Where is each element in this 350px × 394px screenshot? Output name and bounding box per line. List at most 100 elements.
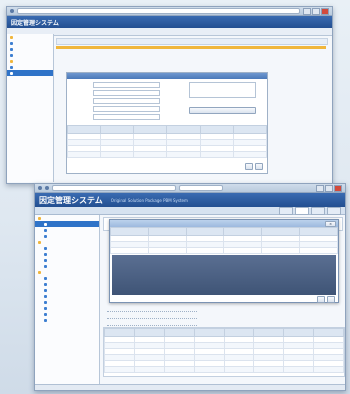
doc-icon [10,71,13,75]
field-label [70,90,90,94]
doc-icon [44,282,47,286]
sidebar-item-selected[interactable] [7,70,53,76]
main-content: × [101,215,345,385]
column-header [104,328,135,337]
tab[interactable] [327,207,341,215]
column-header [147,227,187,236]
save-button[interactable] [245,163,253,170]
tab-bar [35,207,345,215]
option-row[interactable] [107,307,197,312]
field-label [166,82,186,86]
table-row[interactable] [110,247,338,254]
column-header [199,125,234,134]
results-table [104,328,344,373]
browser-icon [10,9,14,13]
browser-window-back: 因定管理システム [6,6,333,184]
text-field[interactable] [93,114,160,120]
doc-icon [44,294,47,298]
folder-icon [38,216,41,220]
sidebar-item[interactable] [35,317,99,323]
close-icon[interactable]: × [325,220,336,227]
field-label [70,82,90,86]
doc-icon [44,288,47,292]
doc-icon [44,318,47,322]
text-field[interactable] [93,106,160,112]
app-subtitle: Original Solution Package PBM System [110,197,188,203]
maximize-icon[interactable] [325,184,333,192]
sidebar [35,215,100,385]
dialog-list-area[interactable] [112,255,336,295]
form-right [163,79,259,123]
app-title: 因定管理システム [11,19,59,27]
doc-icon [10,65,13,69]
dialog-titlebar: × [110,220,338,227]
selection-dialog: × [109,219,339,303]
maximize-icon[interactable] [312,7,320,15]
table-row[interactable] [66,151,268,158]
form-actions [245,163,263,170]
doc-icon [44,276,47,280]
option-row[interactable] [107,321,197,326]
column-header [313,328,344,337]
field-label [70,106,90,110]
column-header [299,227,338,236]
browser-chrome [7,7,332,16]
search-box[interactable] [179,185,223,191]
text-field[interactable] [93,90,160,96]
column-header [185,227,225,236]
doc-icon [44,300,47,304]
dialog-actions [110,296,338,303]
column-header [283,328,315,337]
app-title: 因定管理システム [39,195,103,205]
form-left [67,79,163,123]
ok-button[interactable] [317,296,325,303]
close-button[interactable] [255,163,263,170]
sidebar [7,34,54,182]
column-header [100,125,135,134]
column-header [133,328,165,337]
window-controls [303,7,329,15]
column-header [110,227,149,236]
minimize-icon[interactable] [316,184,324,192]
column-header [193,328,225,337]
options-area [107,307,227,326]
results-grid [103,327,345,377]
edit-form-panel [66,72,268,174]
tab[interactable] [311,207,325,215]
table-row[interactable] [104,366,344,373]
column-header [223,227,263,236]
app-header: 因定管理システム [7,16,332,28]
doc-icon [44,222,47,226]
window-controls [316,184,342,192]
back-icon[interactable] [38,186,42,190]
address-bar[interactable] [17,8,300,14]
column-header [223,328,255,337]
close-icon[interactable] [321,7,329,15]
forward-icon[interactable] [45,186,49,190]
text-field[interactable] [93,82,160,88]
doc-icon [44,234,47,238]
lookup-button[interactable] [189,106,256,114]
doc-icon [10,53,13,57]
address-bar[interactable] [52,185,176,191]
tab[interactable] [295,207,309,215]
memo-field[interactable] [189,82,256,98]
doc-icon [10,41,13,45]
text-field[interactable] [93,98,160,104]
doc-icon [44,306,47,310]
browser-chrome [35,184,345,193]
folder-icon [10,59,13,63]
minimize-icon[interactable] [303,7,311,15]
column-header [66,125,102,134]
folder-icon [10,35,13,39]
dialog-table [110,227,338,254]
doc-icon [44,258,47,262]
doc-icon [44,228,47,232]
close-icon[interactable] [334,184,342,192]
option-row[interactable] [107,314,197,319]
doc-icon [44,312,47,316]
cancel-button[interactable] [327,296,335,303]
doc-icon [44,252,47,256]
tab[interactable] [279,207,293,215]
browser-window-front: 因定管理システム Original Solution Package PBM S… [34,183,346,391]
